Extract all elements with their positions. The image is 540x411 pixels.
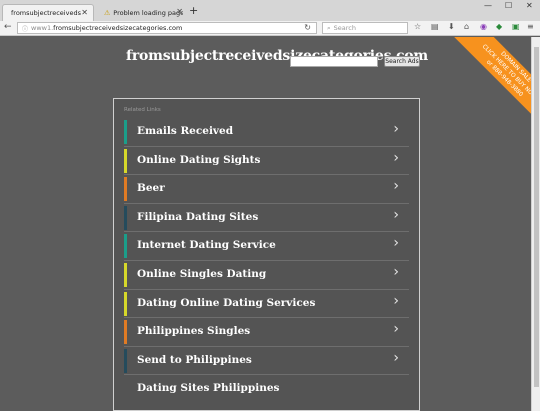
- link-item[interactable]: Filipina Dating Sites ›: [124, 204, 409, 233]
- chevron-right-icon: ›: [393, 235, 399, 252]
- url-domain: fromsubjectreceivedsizecategories.com: [53, 24, 183, 32]
- tab-inactive[interactable]: ⚠ Problem loading page ✕: [96, 4, 188, 21]
- link-label[interactable]: Dating Sites Philippines: [137, 382, 279, 394]
- color-bar: [124, 234, 127, 259]
- nav-bar: ← ⓘ www1. fromsubjectreceivedsizecategor…: [0, 21, 540, 36]
- link-label[interactable]: Online Singles Dating: [137, 268, 266, 280]
- site-title: fromsubjectreceivedsizecategories.com: [126, 48, 429, 64]
- addon-icon[interactable]: ▣: [512, 22, 520, 31]
- tab-close-icon[interactable]: ✕: [81, 8, 88, 17]
- link-label[interactable]: Online Dating Sights: [137, 154, 260, 166]
- home-icon[interactable]: ⌂: [464, 22, 469, 31]
- ribbon-line: CLICK HERE TO BUY NOW!: [480, 43, 531, 103]
- link-item[interactable]: Emails Received ›: [124, 118, 409, 147]
- link-item[interactable]: Beer ›: [124, 175, 409, 204]
- chevron-right-icon: ›: [393, 292, 399, 309]
- maximize-icon[interactable]: ☐: [505, 1, 512, 10]
- page-content: fromsubjectreceivedsizecategories.com Se…: [0, 37, 531, 411]
- chevron-right-icon: ›: [393, 349, 399, 366]
- tab-title: fromsubjectreceivedsizecategories: [11, 9, 81, 17]
- extension-icon[interactable]: ◉: [480, 22, 487, 31]
- back-arrow-icon[interactable]: ←: [4, 22, 12, 32]
- link-item[interactable]: Online Dating Sights ›: [124, 147, 409, 176]
- color-bar: [124, 148, 127, 173]
- chevron-right-icon: ›: [393, 178, 399, 195]
- chevron-right-icon: ›: [393, 263, 399, 280]
- color-bar: [124, 205, 127, 230]
- new-tab-button[interactable]: +: [189, 5, 198, 16]
- color-bar: [124, 120, 127, 144]
- close-window-icon[interactable]: ✕: [526, 1, 533, 10]
- tab-active[interactable]: fromsubjectreceivedsizecategories ✕: [2, 4, 94, 21]
- panel-header: Related Links: [124, 107, 161, 113]
- tab-title: Problem loading page: [113, 8, 184, 17]
- color-bar: [124, 177, 127, 202]
- search-placeholder: Search: [333, 24, 356, 32]
- info-icon: ⓘ: [22, 25, 29, 33]
- chevron-right-icon: ›: [393, 149, 399, 166]
- star-icon[interactable]: ☆: [414, 22, 421, 31]
- link-item[interactable]: Dating Sites Philippines: [124, 375, 409, 404]
- menu-icon[interactable]: ≡: [527, 22, 534, 31]
- download-icon[interactable]: ⬇: [448, 22, 455, 31]
- scrollbar-thumb[interactable]: [534, 47, 539, 387]
- link-label[interactable]: Emails Received: [137, 125, 233, 137]
- site-search-input[interactable]: [290, 56, 378, 67]
- link-label[interactable]: Filipina Dating Sites: [137, 211, 258, 223]
- reload-icon[interactable]: ↻: [304, 23, 311, 32]
- scrollbar[interactable]: [531, 37, 540, 411]
- url-prefix: www1.: [31, 24, 54, 32]
- link-item[interactable]: Internet Dating Service ›: [124, 232, 409, 261]
- chevron-right-icon: ›: [393, 121, 399, 137]
- link-label[interactable]: Dating Online Dating Services: [137, 297, 315, 309]
- address-bar[interactable]: ⓘ www1. fromsubjectreceivedsizecategorie…: [17, 22, 317, 34]
- color-bar: [124, 320, 127, 345]
- link-label[interactable]: Beer: [137, 182, 165, 194]
- chevron-right-icon: ›: [393, 321, 399, 338]
- link-item[interactable]: Philippines Singles ›: [124, 318, 409, 347]
- color-bar: [124, 348, 127, 373]
- search-icon: ⌕: [327, 23, 331, 32]
- link-label[interactable]: Send to Philippines: [137, 354, 252, 366]
- search-ads-button[interactable]: Search Ads: [384, 56, 420, 67]
- warning-icon: ⚠: [104, 8, 111, 17]
- link-label[interactable]: Philippines Singles: [137, 325, 250, 337]
- tab-strip: fromsubjectreceivedsizecategories ✕ ⚠ Pr…: [0, 0, 540, 21]
- color-bar: [124, 291, 127, 316]
- related-links-panel: Related Links Emails Received › Online Dat…: [113, 98, 420, 411]
- tab-close-icon[interactable]: ✕: [176, 7, 183, 16]
- minimize-icon[interactable]: —: [484, 1, 492, 10]
- link-item[interactable]: Online Singles Dating ›: [124, 261, 409, 290]
- links-list: Emails Received › Online Dating Sights › Bee…: [124, 118, 409, 404]
- chevron-right-icon: ›: [393, 206, 399, 223]
- shield-icon[interactable]: ◆: [496, 22, 502, 31]
- color-bar: [124, 262, 127, 287]
- domain-sale-ribbon[interactable]: DOMAIN SALE CLICK HERE TO BUY NOW! or 88…: [447, 37, 531, 136]
- link-item[interactable]: Dating Online Dating Services ›: [124, 290, 409, 319]
- library-icon[interactable]: ▤: [431, 22, 439, 31]
- link-item[interactable]: Send to Philippines ›: [124, 347, 409, 376]
- link-label[interactable]: Internet Dating Service: [137, 239, 276, 251]
- browser-search-bar[interactable]: ⌕ Search: [322, 22, 408, 34]
